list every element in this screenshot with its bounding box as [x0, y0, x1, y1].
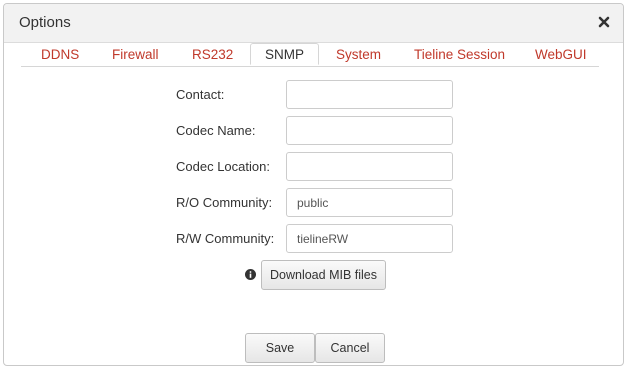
download-mib-files-button[interactable]: Download MIB files	[261, 260, 386, 290]
ro-community-input[interactable]	[286, 188, 453, 217]
cancel-button[interactable]: Cancel	[315, 333, 385, 363]
rw-community-label: R/W Community:	[176, 231, 275, 246]
tab-rs232[interactable]: RS232	[192, 44, 233, 66]
tab-webgui[interactable]: WebGUI	[535, 44, 587, 66]
dialog-title: Options	[19, 14, 71, 31]
contact-input[interactable]	[286, 80, 453, 109]
codec-location-label: Codec Location:	[176, 159, 270, 174]
save-button[interactable]: Save	[245, 333, 315, 363]
rw-community-input[interactable]	[286, 224, 453, 253]
options-tabs: DDNS Firewall RS232 SNMP System Tieline …	[21, 43, 599, 67]
tab-system[interactable]: System	[336, 44, 381, 66]
tab-ddns[interactable]: DDNS	[41, 44, 79, 66]
tab-tieline-session[interactable]: Tieline Session	[414, 44, 505, 66]
info-circle-icon	[245, 268, 256, 280]
dialog-title-bar: Options	[4, 4, 623, 43]
codec-name-input[interactable]	[286, 116, 453, 145]
contact-label: Contact:	[176, 87, 225, 102]
ro-community-label: R/O Community:	[176, 195, 273, 210]
codec-name-label: Codec Name:	[176, 123, 256, 138]
close-icon[interactable]	[597, 13, 611, 31]
codec-location-input[interactable]	[286, 152, 453, 181]
tab-snmp[interactable]: SNMP	[250, 43, 320, 65]
tab-firewall[interactable]: Firewall	[112, 44, 159, 66]
